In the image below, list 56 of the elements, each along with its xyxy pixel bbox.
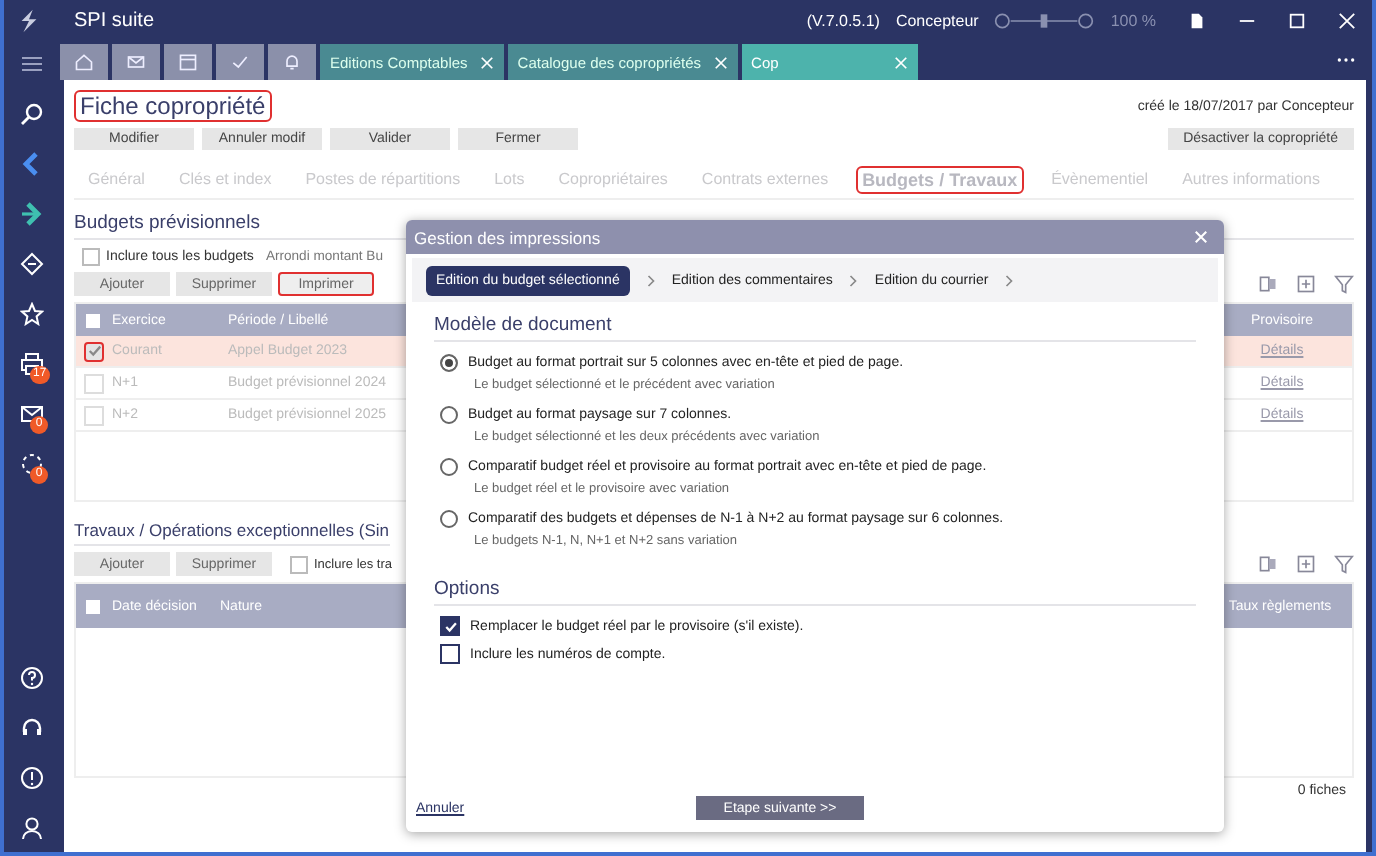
close-icon[interactable] <box>1338 11 1356 29</box>
chevron-icon <box>645 273 656 287</box>
chevron-left-icon[interactable] <box>20 152 44 176</box>
checkbox[interactable] <box>290 555 308 573</box>
menu-icon[interactable] <box>20 52 44 76</box>
search-icon[interactable] <box>20 102 44 126</box>
checkbox[interactable] <box>440 616 460 636</box>
zoom-thumb[interactable] <box>1041 13 1048 27</box>
user-icon[interactable] <box>20 816 44 840</box>
radio-button[interactable] <box>440 354 458 372</box>
maximize-icon[interactable] <box>1288 11 1306 29</box>
group-title: Options <box>434 578 1196 606</box>
chevron-icon <box>1004 273 1015 287</box>
calendar-icon <box>178 52 198 72</box>
zoom-out-icon[interactable] <box>995 12 1011 28</box>
row-checkbox[interactable] <box>84 341 104 361</box>
home-tab[interactable] <box>60 44 108 80</box>
group-title: Modèle de document <box>434 314 1196 342</box>
bell-icon <box>282 52 302 72</box>
radio-button[interactable] <box>440 510 458 528</box>
radio-button[interactable] <box>440 406 458 424</box>
alerts-tab[interactable] <box>268 44 316 80</box>
headset-icon[interactable] <box>20 716 44 740</box>
checkbox[interactable] <box>440 644 460 664</box>
mail-tab[interactable] <box>112 44 160 80</box>
radio-button[interactable] <box>440 458 458 476</box>
select-all-checkbox[interactable] <box>86 313 100 327</box>
info-icon[interactable] <box>20 766 44 790</box>
spinner-icon[interactable] <box>20 452 44 476</box>
chevron-icon <box>848 273 859 287</box>
app-title: SPI suite <box>74 9 155 31</box>
section-title: Travaux / Opérations exceptionnelles (Sin <box>74 520 389 546</box>
add-icon[interactable] <box>1296 274 1316 294</box>
checkbox[interactable] <box>82 247 100 265</box>
filter-icon[interactable] <box>1334 274 1354 294</box>
select-all-checkbox[interactable] <box>86 599 100 613</box>
zoom-in-icon[interactable] <box>1078 12 1094 28</box>
checkmark-icon <box>230 52 250 72</box>
user-name: Concepteur <box>895 11 979 29</box>
document-icon[interactable] <box>1188 11 1206 29</box>
zoom-level: 100 % <box>1110 11 1156 29</box>
add-icon[interactable] <box>1296 554 1316 574</box>
export-icon[interactable] <box>1258 274 1278 294</box>
diamond-icon[interactable] <box>20 252 44 276</box>
envelope-icon <box>126 52 146 72</box>
home-icon <box>74 52 94 72</box>
version-label: (V.7.0.5.1) <box>806 11 880 29</box>
mail-icon[interactable] <box>20 402 44 426</box>
filter-icon[interactable] <box>1334 554 1354 574</box>
more-icon[interactable] <box>1336 56 1356 64</box>
export-icon[interactable] <box>1258 554 1278 574</box>
star-icon[interactable] <box>20 302 44 326</box>
logo-icon <box>16 7 42 33</box>
page-title: Fiche copropriété <box>74 90 272 122</box>
help-icon[interactable] <box>20 666 44 690</box>
calendar-tab[interactable] <box>164 44 212 80</box>
